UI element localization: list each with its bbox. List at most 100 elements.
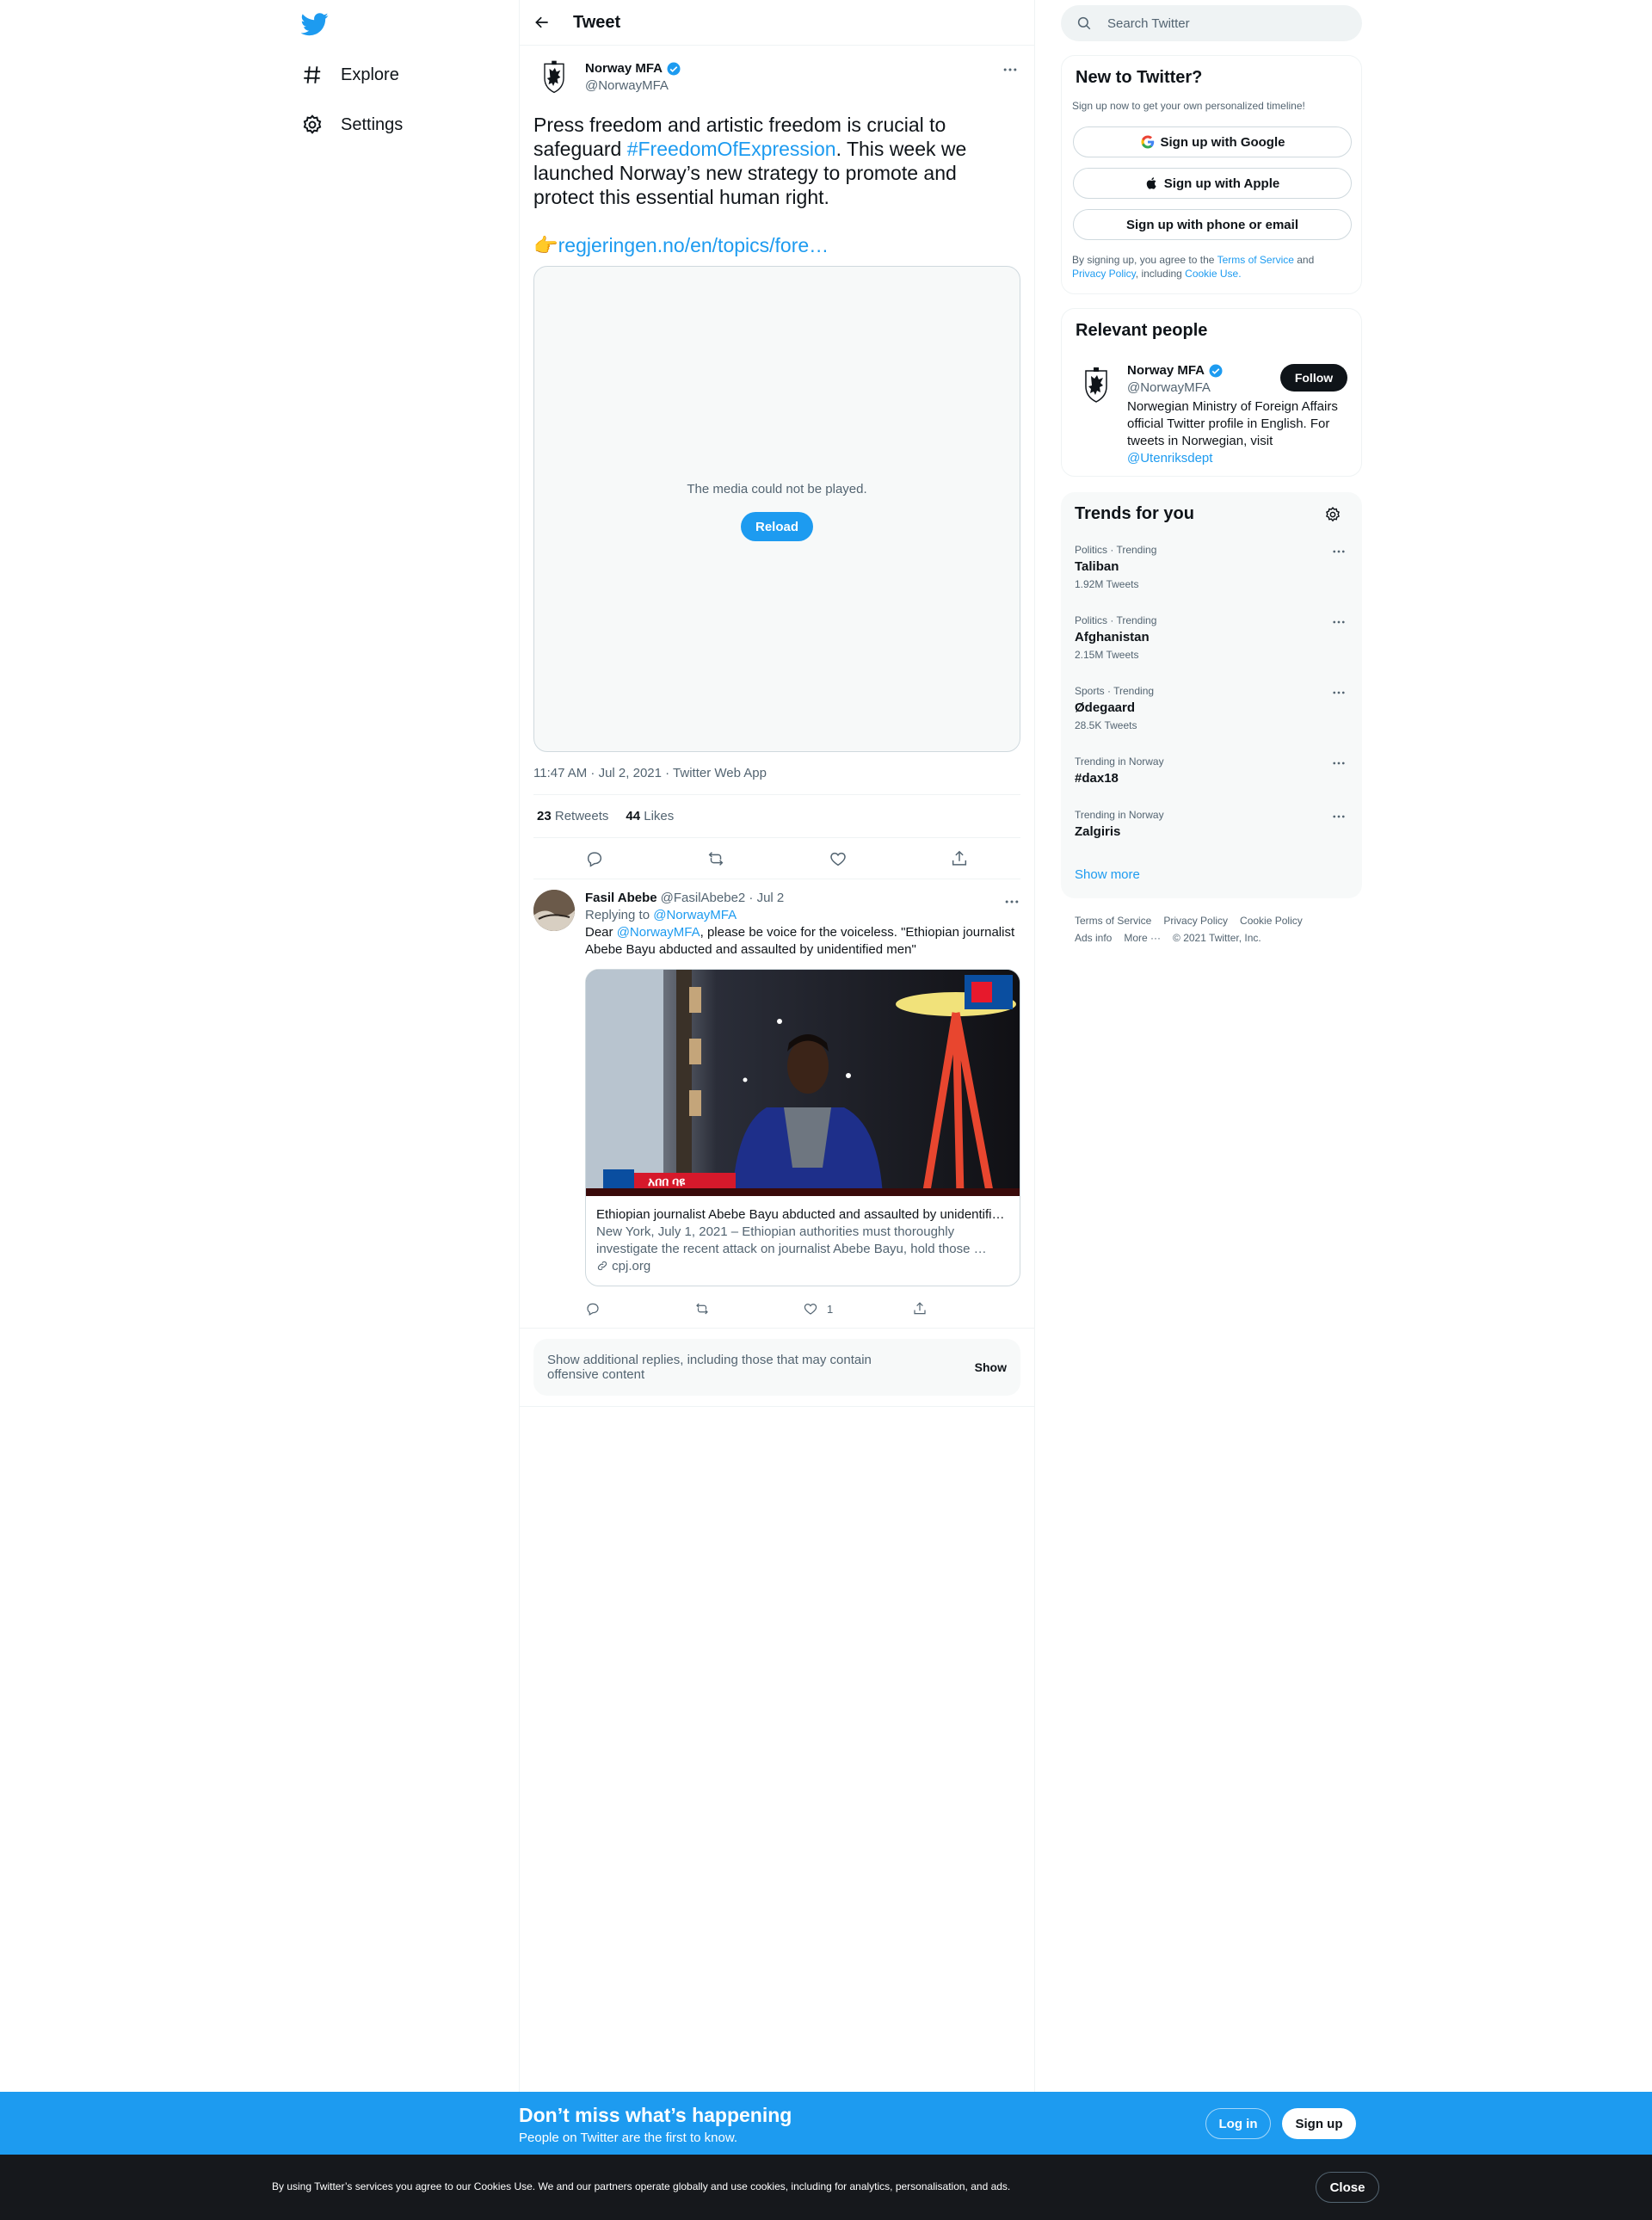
nav-settings-label: Settings: [341, 114, 404, 134]
tweet-timestamp[interactable]: 11:47 AM · Jul 2, 2021 · Twitter Web App: [533, 752, 1020, 795]
more-options-icon[interactable]: [1331, 614, 1348, 632]
reply-text-part: Dear: [585, 925, 617, 940]
follow-button[interactable]: Follow: [1280, 364, 1347, 392]
signup-google-label: Sign up with Google: [1160, 134, 1285, 150]
author-handle[interactable]: @NorwayMFA: [585, 78, 681, 93]
footer-link[interactable]: Privacy Policy: [1163, 915, 1228, 927]
card-image: አበበ ባዩ: [586, 970, 1020, 1196]
replying-handle-link[interactable]: @NorwayMFA: [653, 908, 737, 922]
tweet-stats: 23 Retweets 44 Likes: [533, 795, 1020, 838]
footer-link[interactable]: Cookie Policy: [1240, 915, 1303, 927]
cookie-close-button[interactable]: Close: [1316, 2172, 1379, 2203]
reply-more-options-icon[interactable]: [1003, 893, 1020, 916]
signup-banner-title: Don’t miss what’s happening: [519, 2104, 792, 2126]
main-column: Tweet Norway MFA @NorwayMFA Press freedo…: [519, 0, 1035, 2092]
cookie-text: By using Twitter’s services you agree to…: [272, 2180, 1011, 2192]
more-options-icon[interactable]: [1331, 755, 1348, 773]
likes-stat[interactable]: 44 Likes: [626, 809, 674, 823]
reply-author-name[interactable]: Fasil Abebe: [585, 890, 657, 907]
replying-prefix: Replying to: [585, 908, 654, 922]
trend-count: 1.92M Tweets: [1075, 578, 1139, 590]
back-arrow-icon[interactable]: [533, 14, 551, 31]
signup-google-button[interactable]: Sign up with Google: [1073, 126, 1352, 157]
avatar[interactable]: [533, 890, 575, 931]
likes-label: Likes: [644, 809, 675, 823]
trend-item[interactable]: Trending in Norway #dax18: [1075, 755, 1348, 786]
mention-link[interactable]: @NorwayMFA: [617, 925, 700, 940]
signup-button[interactable]: Sign up: [1282, 2108, 1356, 2139]
trend-item[interactable]: Sports · Trending Ødegaard 28.5K Tweets: [1075, 685, 1348, 731]
footer-links: Terms of Service Privacy Policy Cookie Pol…: [1075, 912, 1350, 947]
twitter-bird-icon[interactable]: [300, 10, 329, 38]
signup-banner-subtitle: People on Twitter are the first to know.: [519, 2131, 738, 2145]
media-player[interactable]: The media could not be played. Reload: [533, 266, 1020, 752]
reply-handle-date[interactable]: @FasilAbebe2 · Jul 2: [661, 890, 785, 907]
footer-link[interactable]: Terms of Service: [1075, 915, 1151, 927]
privacy-link[interactable]: Privacy Policy: [1072, 268, 1136, 280]
more-options-icon[interactable]: [1000, 59, 1020, 80]
trend-item[interactable]: Politics · Trending Taliban 1.92M Tweets: [1075, 544, 1348, 590]
signup-apple-button[interactable]: Sign up with Apple: [1073, 168, 1352, 199]
trends-settings-icon[interactable]: [1324, 506, 1341, 527]
trend-category: Politics · Trending: [1075, 544, 1157, 556]
reply-like-button[interactable]: 1: [803, 1301, 912, 1317]
tweet-link-line: 👉regjeringen.no/en/topics/fore…: [533, 233, 1020, 257]
search-input[interactable]: [1107, 15, 1331, 31]
signup-phone-email-button[interactable]: Sign up with phone or email: [1073, 209, 1352, 240]
reload-button[interactable]: Reload: [741, 512, 813, 541]
search-box[interactable]: [1061, 5, 1362, 41]
cookie-banner: By using Twitter’s services you agree to…: [0, 2155, 1652, 2220]
retweet-icon[interactable]: [706, 849, 725, 868]
person-name[interactable]: Norway MFA: [1127, 362, 1205, 379]
nav-explore-label: Explore: [341, 65, 399, 84]
reply-tweet[interactable]: Fasil Abebe @FasilAbebe2 · Jul 2 Replyin…: [520, 879, 1034, 1329]
trend-category: Politics · Trending: [1075, 614, 1157, 626]
cookie-use-link[interactable]: Cookie Use.: [1185, 268, 1241, 280]
avatar[interactable]: [1076, 364, 1117, 405]
card-description: New York, July 1, 2021 – Ethiopian autho…: [596, 1224, 987, 1256]
avatar[interactable]: [533, 56, 575, 97]
article-link[interactable]: regjeringen.no/en/topics/fore…: [558, 234, 829, 256]
google-icon: [1141, 135, 1154, 149]
trend-item[interactable]: Politics · Trending Afghanistan 2.15M Tw…: [1075, 614, 1348, 661]
terms-link[interactable]: Terms of Service: [1217, 254, 1294, 266]
footer-more-link[interactable]: More ···: [1124, 932, 1161, 944]
hashtag-link[interactable]: #FreedomOfExpression: [627, 138, 836, 160]
reply-retweet-icon[interactable]: [694, 1301, 804, 1317]
more-options-icon[interactable]: [1331, 544, 1348, 561]
terms-including: , including: [1135, 268, 1186, 280]
login-button[interactable]: Log in: [1205, 2108, 1271, 2139]
terms-prefix: By signing up, you agree to the: [1072, 254, 1217, 266]
reply-share-icon[interactable]: [912, 1301, 1021, 1317]
show-additional-replies-button[interactable]: Show: [975, 1360, 1007, 1374]
terms-and: and: [1293, 254, 1315, 266]
card-domain: cpj.org: [596, 1258, 1009, 1275]
more-options-icon[interactable]: [1331, 809, 1348, 826]
link-icon: [597, 1261, 607, 1271]
signup-apple-label: Sign up with Apple: [1163, 176, 1280, 191]
retweets-stat[interactable]: 23 Retweets: [537, 809, 608, 823]
pointing-hand-emoji: 👉: [533, 234, 558, 256]
reply-reply-icon[interactable]: [585, 1301, 694, 1317]
link-card[interactable]: አበበ ባዩ Ethiopian journalist Abebe Bayu a…: [585, 969, 1020, 1286]
show-more-link[interactable]: Show more: [1075, 867, 1140, 882]
reply-like-count: 1: [827, 1302, 834, 1316]
panel-subtitle: Sign up now to get your own personalized…: [1072, 100, 1305, 112]
author-name[interactable]: Norway MFA: [585, 61, 663, 76]
footer-link[interactable]: Ads info: [1075, 932, 1112, 944]
apple-icon: [1146, 177, 1156, 189]
nav-settings[interactable]: Settings: [301, 106, 403, 144]
like-icon[interactable]: [829, 849, 848, 868]
nav-explore[interactable]: Explore: [301, 56, 399, 94]
more-options-icon[interactable]: [1331, 685, 1348, 702]
share-icon[interactable]: [950, 849, 969, 868]
bio-mention-link[interactable]: @Utenriksdept: [1127, 451, 1212, 466]
panel-title: Relevant people: [1076, 321, 1208, 340]
card-image-caption: አበበ ባዩ: [648, 1175, 686, 1188]
trend-name: Ødegaard: [1075, 700, 1136, 715]
terms-text: By signing up, you agree to the Terms of…: [1072, 253, 1347, 281]
trend-item[interactable]: Trending in Norway Zalgiris: [1075, 809, 1348, 839]
reply-icon[interactable]: [585, 849, 604, 868]
trend-name: #dax18: [1075, 771, 1119, 786]
norway-coat-of-arms-icon: [544, 60, 564, 94]
